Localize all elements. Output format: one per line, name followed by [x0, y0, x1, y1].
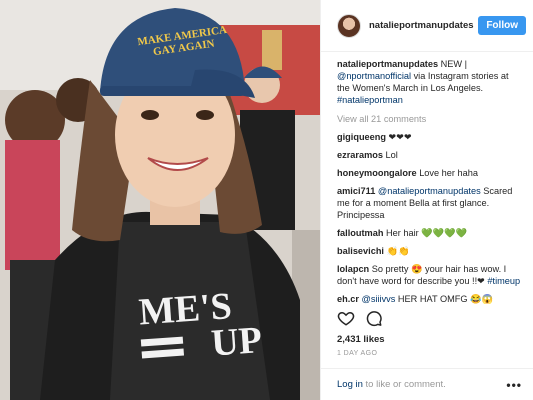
comment-item: lolapcn So pretty 😍 your hair has wow. I… — [337, 263, 522, 287]
comment-link[interactable]: @natalieportmanupdates — [378, 186, 481, 196]
shirt-text: ME'S UP — [137, 285, 273, 367]
comment-text: ❤❤❤ — [386, 132, 412, 142]
caption-text-1: NEW | — [438, 59, 468, 69]
avatar[interactable] — [337, 13, 361, 38]
comment-link[interactable]: #timeup — [487, 276, 520, 286]
comment-text: Love her haha — [416, 168, 478, 178]
login-link[interactable]: Log in — [337, 379, 363, 390]
comment-text: Lol — [382, 150, 398, 160]
comment-item: ezraramos Lol — [337, 149, 522, 161]
comment-text: HER HAT OMFG 😂😱 — [395, 294, 493, 304]
caption-hashtag[interactable]: #natalieportman — [337, 95, 403, 105]
shirt-equals-bars — [140, 336, 184, 358]
heart-icon[interactable] — [337, 309, 355, 327]
comment-text: 👏👏 — [383, 246, 410, 256]
header-username[interactable]: natalieportmanupdates — [369, 20, 478, 31]
post-photo[interactable]: MAKE AMERICA GAY AGAIN ME'S UP — [0, 0, 320, 400]
post-caption: natalieportmanupdates NEW | @nportmanoff… — [337, 58, 522, 106]
comment-item: honeymoongalore Love her haha — [337, 167, 522, 179]
comment-username[interactable]: eh.cr — [337, 294, 359, 304]
caption-mention[interactable]: @nportmanofficial — [337, 71, 411, 81]
post-sidebar: natalieportmanupdates Follow natalieport… — [320, 0, 533, 400]
comment-username[interactable]: gigiqueeng — [337, 132, 386, 142]
view-all-comments-link[interactable]: View all 21 comments — [337, 114, 522, 124]
shirt-text-line-2: UP — [209, 319, 264, 365]
comment-item: falloutmah Her hair 💚💚💚💚 — [337, 227, 522, 239]
comments-section: natalieportmanupdates NEW | @nportmanoff… — [321, 52, 533, 307]
follow-button[interactable]: Follow — [478, 16, 526, 35]
comment-item: amici711 @natalieportmanupdates Scared m… — [337, 185, 522, 221]
comment-text: Her hair 💚💚💚💚 — [383, 228, 467, 238]
comment-icon[interactable] — [365, 309, 383, 327]
comment-item: eh.cr @siiivvs HER HAT OMFG 😂😱 — [337, 293, 522, 305]
comment-username[interactable]: balisevichi — [337, 246, 384, 256]
caption-username[interactable]: natalieportmanupdates — [337, 59, 438, 69]
login-footer: Log in to like or comment. ••• — [321, 368, 533, 400]
comment-username[interactable]: lolapcn — [337, 264, 369, 274]
action-bar — [337, 309, 383, 327]
comment-item: balisevichi 👏👏 — [337, 245, 522, 257]
comment-username[interactable]: falloutmah — [337, 228, 383, 238]
post-header: natalieportmanupdates Follow — [321, 0, 533, 52]
login-text: to like or comment. — [362, 379, 446, 390]
comment-link[interactable]: @siiivvs — [362, 294, 396, 304]
comment-username[interactable]: honeymoongalore — [337, 168, 417, 178]
like-count[interactable]: 2,431 likes — [337, 334, 385, 345]
comment-username[interactable]: amici711 — [337, 186, 375, 196]
post-date[interactable]: 1 DAY AGO — [337, 350, 377, 357]
comment-username[interactable]: ezraramos — [337, 150, 383, 160]
comment-list: gigiqueeng ❤❤❤ ezraramos Lol honeymoongalo… — [337, 131, 522, 305]
more-options-icon[interactable]: ••• — [506, 378, 522, 392]
comment-item: gigiqueeng ❤❤❤ — [337, 131, 522, 143]
